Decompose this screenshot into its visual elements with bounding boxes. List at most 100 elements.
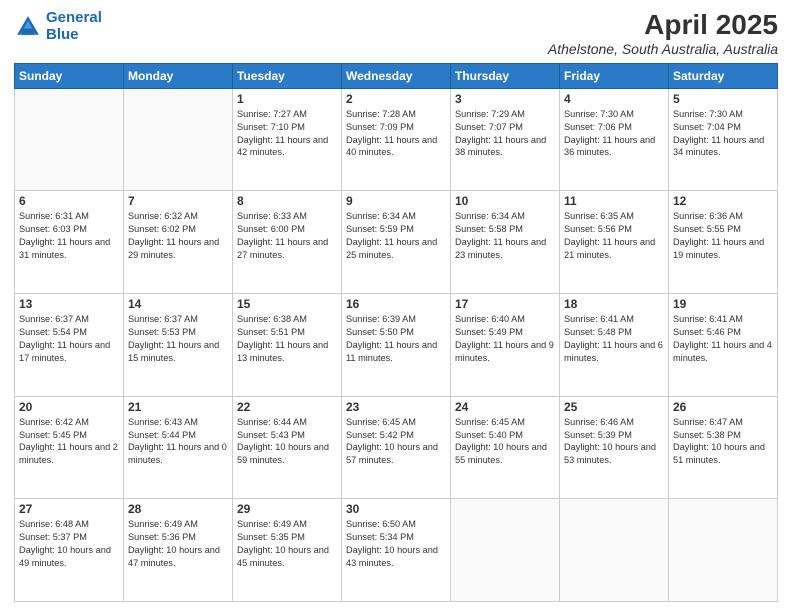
calendar-header-row: SundayMondayTuesdayWednesdayThursdayFrid…	[15, 63, 778, 88]
calendar-cell: 4Sunrise: 7:30 AM Sunset: 7:06 PM Daylig…	[560, 88, 669, 191]
main-title: April 2025	[548, 10, 778, 41]
day-number: 10	[455, 194, 555, 208]
calendar-week-1: 6Sunrise: 6:31 AM Sunset: 6:03 PM Daylig…	[15, 191, 778, 294]
calendar-cell: 9 Sunrise: 6:34 AM Sunset: 5:59 PM Daylig…	[342, 191, 451, 294]
calendar-table: SundayMondayTuesdayWednesdayThursdayFrid…	[14, 63, 778, 602]
day-info: Sunrise: 7:29 AM Sunset: 7:07 PM Dayligh…	[455, 108, 555, 160]
day-info: Sunrise: 6:48 AM Sunset: 5:37 PM Dayligh…	[19, 518, 119, 570]
day-info: Sunrise: 6:45 AM Sunset: 5:40 PM Dayligh…	[455, 416, 555, 468]
day-info: Sunrise: 6:39 AM Sunset: 5:50 PM Dayligh…	[346, 313, 446, 365]
calendar-cell: 2Sunrise: 7:28 AM Sunset: 7:09 PM Daylig…	[342, 88, 451, 191]
title-block: April 2025 Athelstone, South Australia, …	[548, 10, 778, 57]
day-number: 1	[237, 92, 337, 106]
day-number: 30	[346, 502, 446, 516]
logo-text: General Blue	[46, 10, 102, 43]
calendar-cell: 3Sunrise: 7:29 AM Sunset: 7:07 PM Daylig…	[451, 88, 560, 191]
calendar-header-sunday: Sunday	[15, 63, 124, 88]
day-info: Sunrise: 6:46 AM Sunset: 5:39 PM Dayligh…	[564, 416, 664, 468]
calendar-week-0: 1 Sunrise: 7:27 AM Sunset: 7:10 PM Daylig…	[15, 88, 778, 191]
day-number: 8	[237, 194, 337, 208]
day-info: Sunrise: 6:32 AM Sunset: 6:02 PM Dayligh…	[128, 210, 228, 262]
day-info: Sunrise: 6:42 AM Sunset: 5:45 PM Dayligh…	[19, 416, 119, 468]
calendar-cell: 29Sunrise: 6:49 AM Sunset: 5:35 PM Dayli…	[233, 499, 342, 602]
day-number: 18	[564, 297, 664, 311]
calendar-cell: 30 Sunrise: 6:50 AM Sunset: 5:34 PM Dayli…	[342, 499, 451, 602]
day-info: Sunrise: 6:40 AM Sunset: 5:49 PM Dayligh…	[455, 313, 555, 365]
calendar-cell: 7 Sunrise: 6:32 AM Sunset: 6:02 PM Daylig…	[124, 191, 233, 294]
calendar-cell: 21 Sunrise: 6:43 AM Sunset: 5:44 PM Dayli…	[124, 396, 233, 499]
logo-line1: General	[46, 9, 102, 26]
calendar-cell: 19 Sunrise: 6:41 AM Sunset: 5:46 PM Dayli…	[669, 294, 778, 397]
day-info: Sunrise: 6:44 AM Sunset: 5:43 PM Dayligh…	[237, 416, 337, 468]
day-number: 17	[455, 297, 555, 311]
calendar-cell: 6Sunrise: 6:31 AM Sunset: 6:03 PM Daylig…	[15, 191, 124, 294]
calendar-cell: 5 Sunrise: 7:30 AM Sunset: 7:04 PM Daylig…	[669, 88, 778, 191]
calendar-header-tuesday: Tuesday	[233, 63, 342, 88]
day-number: 19	[673, 297, 773, 311]
day-info: Sunrise: 6:36 AM Sunset: 5:55 PM Dayligh…	[673, 210, 773, 262]
day-info: Sunrise: 6:37 AM Sunset: 5:54 PM Dayligh…	[19, 313, 119, 365]
calendar-cell: 15 Sunrise: 6:38 AM Sunset: 5:51 PM Dayli…	[233, 294, 342, 397]
day-info: Sunrise: 7:27 AM Sunset: 7:10 PM Dayligh…	[237, 108, 337, 160]
day-number: 2	[346, 92, 446, 106]
day-info: Sunrise: 6:49 AM Sunset: 5:36 PM Dayligh…	[128, 518, 228, 570]
calendar-header-friday: Friday	[560, 63, 669, 88]
day-number: 11	[564, 194, 664, 208]
calendar-cell: 28 Sunrise: 6:49 AM Sunset: 5:36 PM Dayli…	[124, 499, 233, 602]
day-number: 23	[346, 400, 446, 414]
calendar-cell: 10 Sunrise: 6:34 AM Sunset: 5:58 PM Dayli…	[451, 191, 560, 294]
calendar-cell: 14Sunrise: 6:37 AM Sunset: 5:53 PM Dayli…	[124, 294, 233, 397]
calendar-cell: 26Sunrise: 6:47 AM Sunset: 5:38 PM Dayli…	[669, 396, 778, 499]
day-info: Sunrise: 6:34 AM Sunset: 5:58 PM Dayligh…	[455, 210, 555, 262]
day-info: Sunrise: 6:43 AM Sunset: 5:44 PM Dayligh…	[128, 416, 228, 468]
day-number: 15	[237, 297, 337, 311]
calendar-cell: 20 Sunrise: 6:42 AM Sunset: 5:45 PM Dayli…	[15, 396, 124, 499]
day-number: 16	[346, 297, 446, 311]
calendar-cell: 17 Sunrise: 6:40 AM Sunset: 5:49 PM Dayli…	[451, 294, 560, 397]
day-number: 9	[346, 194, 446, 208]
calendar-cell	[15, 88, 124, 191]
day-info: Sunrise: 7:30 AM Sunset: 7:04 PM Dayligh…	[673, 108, 773, 160]
calendar-cell: 23 Sunrise: 6:45 AM Sunset: 5:42 PM Dayli…	[342, 396, 451, 499]
calendar-cell: 12 Sunrise: 6:36 AM Sunset: 5:55 PM Dayli…	[669, 191, 778, 294]
day-number: 21	[128, 400, 228, 414]
day-number: 28	[128, 502, 228, 516]
day-info: Sunrise: 6:41 AM Sunset: 5:46 PM Dayligh…	[673, 313, 773, 365]
calendar-header-wednesday: Wednesday	[342, 63, 451, 88]
day-number: 26	[673, 400, 773, 414]
day-info: Sunrise: 7:30 AM Sunset: 7:06 PM Dayligh…	[564, 108, 664, 160]
day-number: 12	[673, 194, 773, 208]
day-info: Sunrise: 6:34 AM Sunset: 5:59 PM Dayligh…	[346, 210, 446, 262]
calendar-cell: 25 Sunrise: 6:46 AM Sunset: 5:39 PM Dayli…	[560, 396, 669, 499]
calendar-cell: 1 Sunrise: 7:27 AM Sunset: 7:10 PM Daylig…	[233, 88, 342, 191]
logo-icon	[14, 13, 42, 41]
calendar-cell: 16 Sunrise: 6:39 AM Sunset: 5:50 PM Dayli…	[342, 294, 451, 397]
day-info: Sunrise: 6:33 AM Sunset: 6:00 PM Dayligh…	[237, 210, 337, 262]
day-info: Sunrise: 6:38 AM Sunset: 5:51 PM Dayligh…	[237, 313, 337, 365]
day-info: Sunrise: 6:50 AM Sunset: 5:34 PM Dayligh…	[346, 518, 446, 570]
calendar-cell: 11Sunrise: 6:35 AM Sunset: 5:56 PM Dayli…	[560, 191, 669, 294]
logo-line2: Blue	[46, 27, 102, 44]
day-number: 13	[19, 297, 119, 311]
calendar-header-monday: Monday	[124, 63, 233, 88]
day-info: Sunrise: 6:45 AM Sunset: 5:42 PM Dayligh…	[346, 416, 446, 468]
day-number: 20	[19, 400, 119, 414]
calendar-cell: 24Sunrise: 6:45 AM Sunset: 5:40 PM Dayli…	[451, 396, 560, 499]
day-number: 6	[19, 194, 119, 208]
calendar-week-3: 20 Sunrise: 6:42 AM Sunset: 5:45 PM Dayli…	[15, 396, 778, 499]
calendar-cell: 13 Sunrise: 6:37 AM Sunset: 5:54 PM Dayli…	[15, 294, 124, 397]
subtitle: Athelstone, South Australia, Australia	[548, 41, 778, 57]
day-number: 5	[673, 92, 773, 106]
day-number: 7	[128, 194, 228, 208]
day-number: 25	[564, 400, 664, 414]
day-number: 14	[128, 297, 228, 311]
day-number: 29	[237, 502, 337, 516]
calendar-week-2: 13 Sunrise: 6:37 AM Sunset: 5:54 PM Dayli…	[15, 294, 778, 397]
calendar-header-saturday: Saturday	[669, 63, 778, 88]
day-number: 27	[19, 502, 119, 516]
logo: General Blue	[14, 10, 102, 43]
calendar-cell	[560, 499, 669, 602]
calendar-cell	[669, 499, 778, 602]
day-info: Sunrise: 6:41 AM Sunset: 5:48 PM Dayligh…	[564, 313, 664, 365]
calendar-week-4: 27 Sunrise: 6:48 AM Sunset: 5:37 PM Dayli…	[15, 499, 778, 602]
